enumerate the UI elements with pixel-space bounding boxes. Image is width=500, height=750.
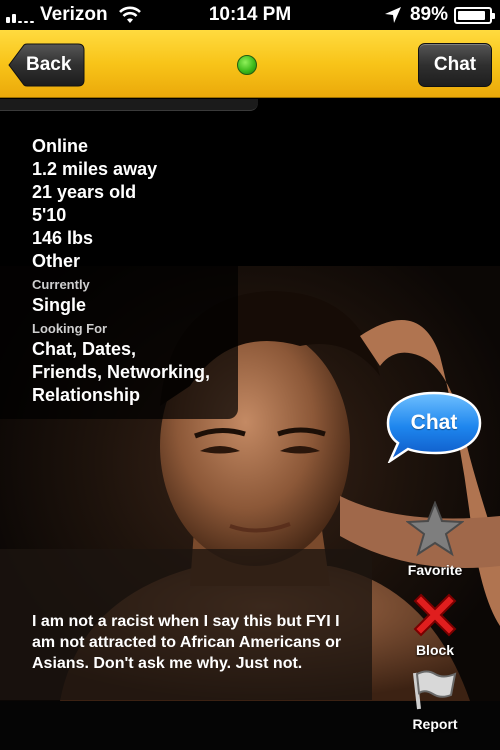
location-arrow-icon bbox=[384, 7, 401, 23]
battery-fill bbox=[458, 10, 485, 20]
online-status: Online bbox=[32, 136, 89, 156]
block-button[interactable]: Block bbox=[400, 593, 470, 658]
back-button[interactable]: Back bbox=[8, 43, 85, 87]
currently-label: Currently bbox=[32, 277, 90, 292]
status-bar: Verizon 10:14 PM 89% bbox=[0, 0, 500, 30]
top-divider bbox=[0, 99, 258, 111]
nav-bar: Back Chat bbox=[0, 30, 500, 98]
block-label: Block bbox=[415, 642, 455, 658]
distance: 1.2 miles away bbox=[32, 159, 158, 179]
back-button-label: Back bbox=[26, 54, 72, 75]
weight: 146 lbs bbox=[32, 228, 94, 248]
flag-icon bbox=[413, 670, 457, 710]
report-button[interactable]: Report bbox=[400, 669, 470, 732]
looking-for-line-3: Relationship bbox=[32, 385, 141, 405]
favorite-label: Favorite bbox=[407, 562, 463, 578]
height: 5'10 bbox=[32, 205, 67, 225]
chat-bubble-label: Chat bbox=[410, 411, 458, 434]
profile-content: Online 1.2 miles away 21 years old 5'10 … bbox=[0, 99, 500, 750]
relationship-status: Single bbox=[32, 295, 87, 315]
online-indicator bbox=[237, 55, 257, 75]
report-label: Report bbox=[412, 716, 458, 732]
favorite-button[interactable]: Favorite bbox=[400, 500, 470, 578]
status-right: 89% bbox=[384, 4, 495, 26]
profile-info: Online 1.2 miles away 21 years old 5'10 … bbox=[32, 135, 252, 407]
chat-bubble-button[interactable]: Chat bbox=[386, 391, 482, 465]
battery-icon bbox=[454, 6, 495, 24]
star-icon bbox=[405, 500, 465, 557]
age: 21 years old bbox=[32, 182, 137, 202]
ethnicity: Other bbox=[32, 251, 81, 271]
looking-for-line-1: Chat, Dates, bbox=[32, 339, 137, 359]
chat-nav-button[interactable]: Chat bbox=[418, 43, 492, 87]
x-icon bbox=[413, 593, 457, 637]
looking-for-label: Looking For bbox=[32, 321, 108, 336]
looking-for-line-2: Friends, Networking, bbox=[32, 362, 211, 382]
battery-percent: 89% bbox=[409, 4, 448, 25]
about-text: I am not a racist when I say this but FY… bbox=[32, 613, 342, 672]
